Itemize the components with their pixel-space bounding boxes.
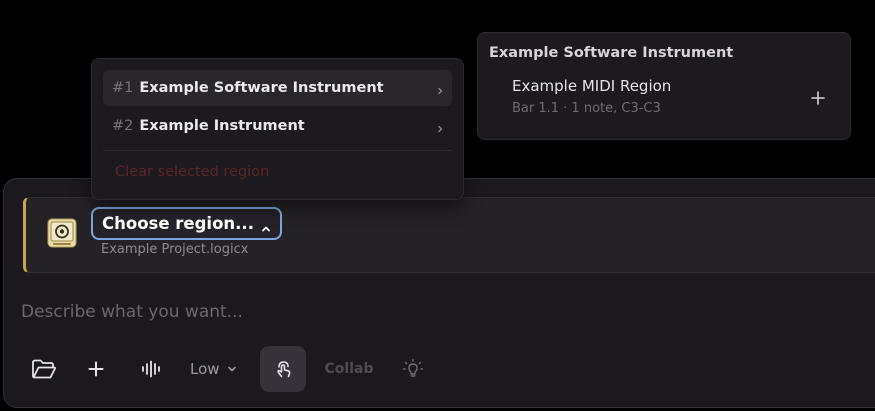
quality-label: Low [190,360,220,378]
track-number: #2 [112,118,134,134]
chevron-right-icon [436,82,444,95]
hand-tap-icon [272,358,294,380]
chevron-right-icon [436,120,444,133]
prompt-input[interactable] [21,299,841,325]
project-context-card: Choose region... Example Project.logicx [23,197,875,273]
lightbulb-icon [402,358,424,380]
dropdown-track-item[interactable]: #1 Example Software Instrument [103,70,452,106]
track-name: Example Instrument [139,118,305,134]
composer-panel: Choose region... Example Project.logicx [3,178,875,408]
waveform-icon [141,360,161,378]
composer-toolbar: Low Collab [4,346,504,392]
folder-icon [31,358,57,380]
region-dropdown-menu: #1 Example Software Instrument #2 Exampl… [91,58,464,200]
collab-label: Collab [324,361,374,377]
chevron-up-icon [261,219,271,231]
region-name: Example MIDI Region [512,77,672,95]
region-submenu: Example Software Instrument Example MIDI… [477,32,851,140]
dropdown-track-item[interactable]: #2 Example Instrument [103,108,452,144]
quality-dropdown[interactable]: Low [190,346,250,392]
collab-button[interactable]: Collab [324,346,374,392]
open-folder-button[interactable] [28,346,60,392]
add-button[interactable] [82,346,110,392]
submenu-track-title: Example Software Instrument [489,45,734,61]
audio-input-button[interactable] [137,346,165,392]
track-name: Example Software Instrument [139,80,384,96]
track-number: #1 [112,80,134,96]
choose-region-label: Choose region... [102,214,254,233]
region-details: Bar 1.1 · 1 note, C3-C3 [512,101,661,116]
choose-region-button[interactable]: Choose region... [91,207,282,240]
clear-selected-region-item[interactable]: Clear selected region [115,164,269,180]
ideas-button[interactable] [400,346,426,392]
chevron-down-icon [227,364,237,374]
interaction-mode-button[interactable] [260,346,306,392]
plus-icon[interactable] [810,90,826,106]
logic-project-icon [47,218,77,248]
midi-region-item[interactable]: Example MIDI Region Bar 1.1 · 1 note, C3… [489,73,840,123]
menu-divider [103,150,452,151]
plus-icon [88,361,104,377]
project-file-name: Example Project.logicx [101,242,249,257]
